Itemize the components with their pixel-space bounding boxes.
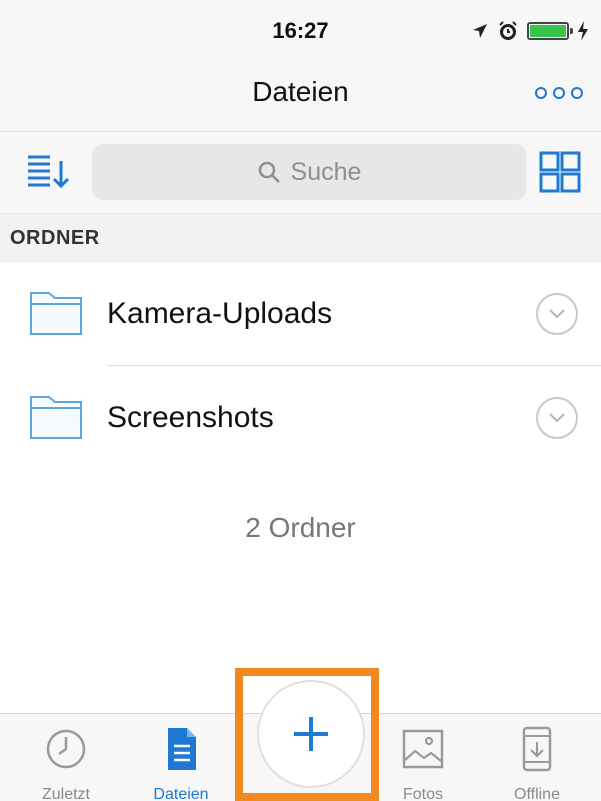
folder-count: 2 Ordner bbox=[245, 512, 356, 543]
folder-name: Screenshots bbox=[107, 401, 274, 434]
document-icon bbox=[168, 728, 196, 770]
tab-offline[interactable]: Offline bbox=[491, 722, 583, 801]
battery-tip bbox=[570, 28, 573, 34]
alarm-icon bbox=[499, 21, 517, 40]
chevron-down-icon bbox=[549, 309, 565, 319]
add-button[interactable] bbox=[257, 680, 365, 788]
sort-button[interactable] bbox=[22, 147, 72, 197]
sort-icon bbox=[28, 155, 70, 189]
tab-label: Zuletzt bbox=[41, 786, 90, 801]
tab-label: Dateien bbox=[153, 786, 209, 801]
section-title: ORDNER bbox=[10, 227, 100, 249]
tab-fotos[interactable]: Fotos bbox=[377, 722, 469, 801]
more-icon bbox=[535, 87, 547, 99]
clock-icon bbox=[46, 729, 86, 769]
photo-icon bbox=[402, 729, 444, 769]
folder-row[interactable]: Screenshots bbox=[0, 366, 601, 470]
search-row: Suche bbox=[0, 132, 601, 214]
grid-view-button[interactable] bbox=[535, 147, 585, 197]
folder-icon bbox=[30, 292, 82, 335]
chevron-down-icon bbox=[549, 413, 565, 423]
status-bar: 16:27 bbox=[0, 0, 601, 58]
navigation-bar: Dateien bbox=[0, 58, 601, 132]
tab-dateien[interactable]: Dateien bbox=[135, 722, 227, 801]
battery-fill bbox=[530, 25, 566, 37]
grid-view-icon bbox=[539, 151, 581, 193]
tab-label: Offline bbox=[514, 786, 560, 801]
folder-icon bbox=[30, 396, 82, 439]
folder-row[interactable]: Kamera-Uploads bbox=[0, 262, 601, 366]
offline-device-icon bbox=[522, 726, 552, 772]
tab-zuletzt[interactable]: Zuletzt bbox=[20, 722, 112, 801]
more-icon bbox=[571, 87, 583, 99]
section-header: ORDNER bbox=[0, 214, 601, 262]
status-icons bbox=[471, 20, 589, 42]
folder-menu-button[interactable] bbox=[536, 397, 578, 439]
more-icon bbox=[553, 87, 565, 99]
folder-menu-button[interactable] bbox=[536, 293, 578, 335]
location-icon bbox=[473, 24, 487, 38]
search-icon bbox=[258, 161, 280, 183]
battery-icon bbox=[527, 22, 573, 40]
more-options-button[interactable] bbox=[535, 81, 583, 105]
folder-name: Kamera-Uploads bbox=[107, 297, 333, 330]
plus-icon bbox=[294, 717, 328, 751]
charging-icon bbox=[578, 21, 588, 41]
search-placeholder: Suche bbox=[290, 157, 362, 186]
tab-label: Fotos bbox=[402, 786, 443, 801]
page-title: Dateien bbox=[252, 76, 349, 107]
search-input[interactable]: Suche bbox=[92, 144, 526, 200]
